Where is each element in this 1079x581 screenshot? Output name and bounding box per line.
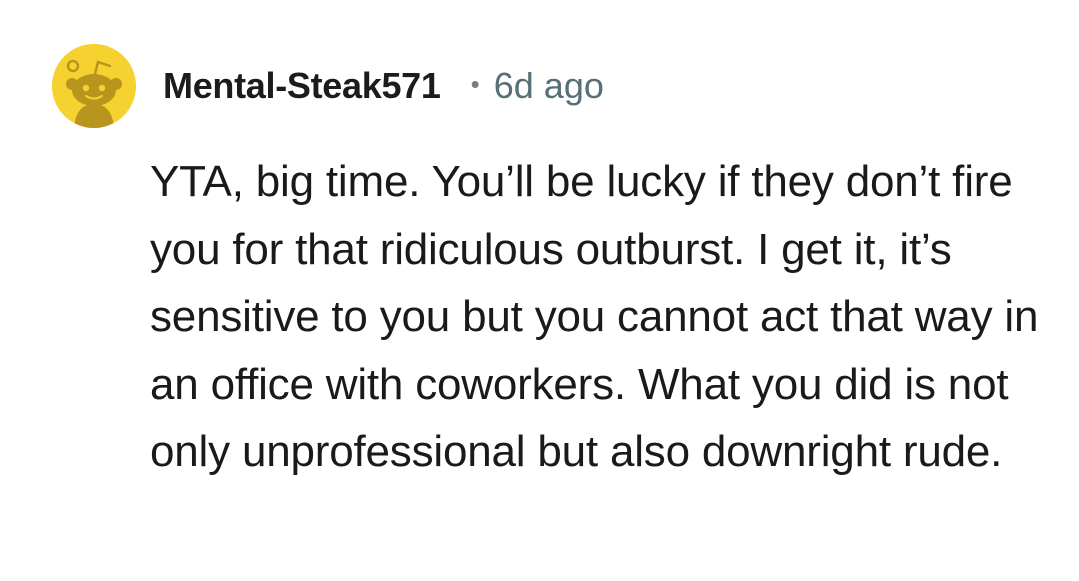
comment-timestamp[interactable]: 6d ago [494, 65, 604, 107]
user-avatar[interactable] [52, 44, 136, 128]
snoo-avatar-icon [52, 44, 136, 128]
comment-body: YTA, big time. You’ll be lucky if they d… [150, 157, 1039, 476]
separator-dot: • [470, 68, 480, 99]
comment: Mental-Steak571 • 6d ago YTA, big time. … [0, 0, 1079, 581]
username-link[interactable]: Mental-Steak571 [163, 65, 441, 107]
comment-header: Mental-Steak571 • 6d ago [163, 62, 604, 110]
